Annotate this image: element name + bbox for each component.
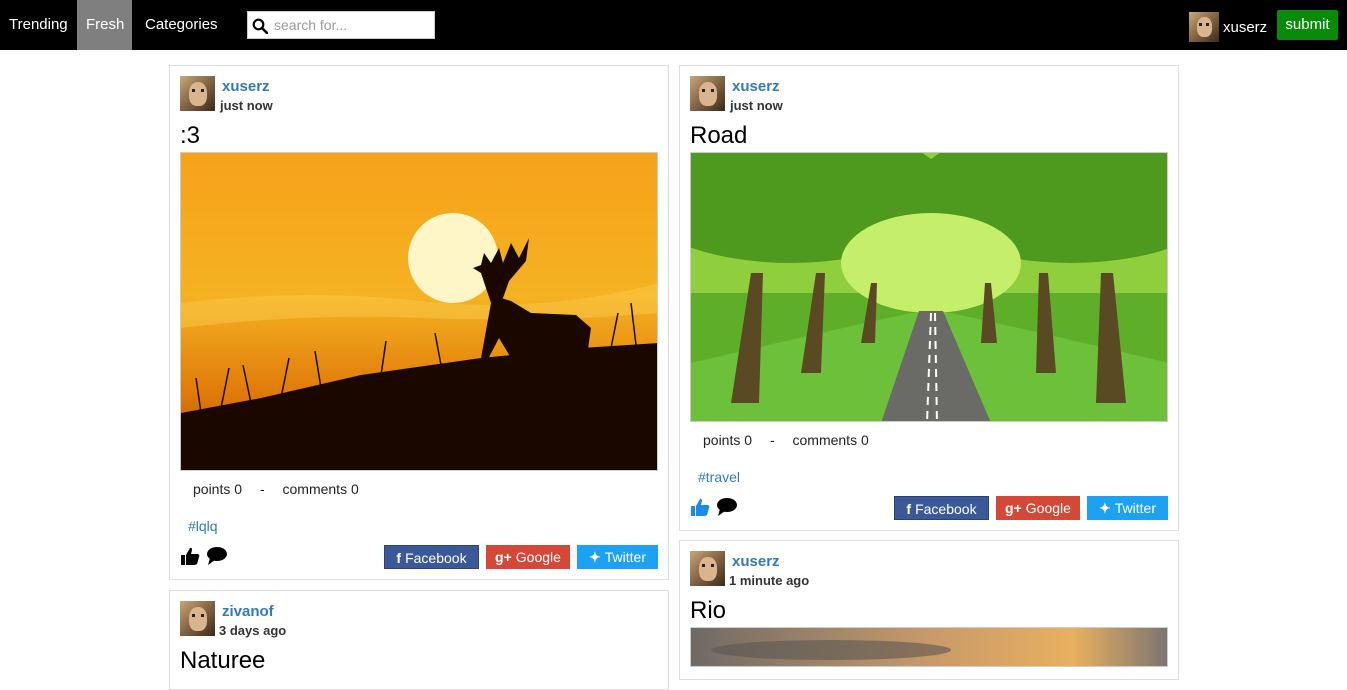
points-count: points 0 bbox=[703, 432, 753, 448]
comment-icon[interactable] bbox=[206, 546, 228, 566]
thumbs-up-icon[interactable] bbox=[690, 497, 710, 517]
comment-icon[interactable] bbox=[716, 497, 738, 517]
post-image[interactable] bbox=[690, 627, 1168, 667]
facebook-icon: f bbox=[906, 501, 912, 517]
post-time: just now bbox=[220, 98, 273, 113]
submit-button[interactable]: submit bbox=[1277, 10, 1338, 40]
google-plus-icon: g+ bbox=[495, 549, 512, 565]
share-facebook-button[interactable]: f Facebook bbox=[384, 545, 479, 569]
comments-count[interactable]: comments 0 bbox=[793, 432, 869, 448]
post-card: xuserz 1 minute ago Rio bbox=[679, 540, 1179, 680]
top-navbar: Trending Fresh Categories xuserz submit bbox=[0, 0, 1347, 50]
author-avatar[interactable] bbox=[180, 76, 215, 111]
author-avatar[interactable] bbox=[690, 76, 725, 111]
nav-trending[interactable]: Trending bbox=[0, 0, 77, 50]
share-facebook-button[interactable]: f Facebook bbox=[894, 496, 989, 520]
facebook-icon: f bbox=[396, 550, 402, 566]
post-title[interactable]: :3 bbox=[180, 122, 200, 150]
nav-categories[interactable]: Categories bbox=[136, 0, 227, 50]
google-plus-icon: g+ bbox=[1005, 500, 1022, 516]
thumbs-up-icon[interactable] bbox=[180, 546, 200, 566]
author-avatar[interactable] bbox=[690, 551, 725, 586]
post-title[interactable]: Naturee bbox=[180, 647, 265, 675]
post-author[interactable]: xuserz bbox=[732, 78, 780, 95]
user-avatar[interactable] bbox=[1189, 12, 1219, 42]
post-image[interactable] bbox=[690, 152, 1168, 422]
share-google-button[interactable]: g+ Google bbox=[996, 496, 1080, 520]
post-author[interactable]: zivanof bbox=[222, 603, 274, 620]
post-tag[interactable]: #travel bbox=[698, 469, 740, 485]
post-time: just now bbox=[730, 98, 783, 113]
share-twitter-button[interactable]: ✦ Twitter bbox=[577, 545, 658, 569]
search-input[interactable] bbox=[274, 15, 432, 35]
post-time: 1 minute ago bbox=[729, 573, 810, 588]
nav-fresh[interactable]: Fresh bbox=[77, 0, 132, 50]
post-title[interactable]: Rio bbox=[690, 597, 726, 625]
author-avatar[interactable] bbox=[180, 601, 215, 636]
share-twitter-button[interactable]: ✦ Twitter bbox=[1087, 496, 1168, 520]
twitter-icon: ✦ bbox=[589, 549, 601, 565]
share-google-button[interactable]: g+ Google bbox=[486, 545, 570, 569]
search-box bbox=[247, 11, 435, 39]
post-author[interactable]: xuserz bbox=[732, 553, 780, 570]
post-tag[interactable]: #lqlq bbox=[188, 518, 218, 534]
post-card: xuserz just now :3 points 0 - comments 0… bbox=[169, 65, 669, 580]
twitter-icon: ✦ bbox=[1099, 500, 1111, 516]
post-author[interactable]: xuserz bbox=[222, 78, 270, 95]
points-count: points 0 bbox=[193, 481, 243, 497]
comments-count[interactable]: comments 0 bbox=[283, 481, 359, 497]
post-stats: points 0 - comments 0 bbox=[703, 432, 883, 448]
post-image[interactable] bbox=[180, 152, 658, 471]
stats-separator: - bbox=[259, 481, 265, 497]
post-card: zivanof 3 days ago Naturee bbox=[169, 590, 669, 690]
post-card: xuserz just now Road points 0 - comments… bbox=[679, 65, 1179, 531]
stats-separator: - bbox=[769, 432, 775, 448]
post-stats: points 0 - comments 0 bbox=[193, 481, 373, 497]
user-name[interactable]: xuserz bbox=[1223, 19, 1267, 36]
post-title[interactable]: Road bbox=[690, 122, 747, 150]
search-icon[interactable] bbox=[252, 18, 268, 34]
post-time: 3 days ago bbox=[219, 623, 287, 638]
